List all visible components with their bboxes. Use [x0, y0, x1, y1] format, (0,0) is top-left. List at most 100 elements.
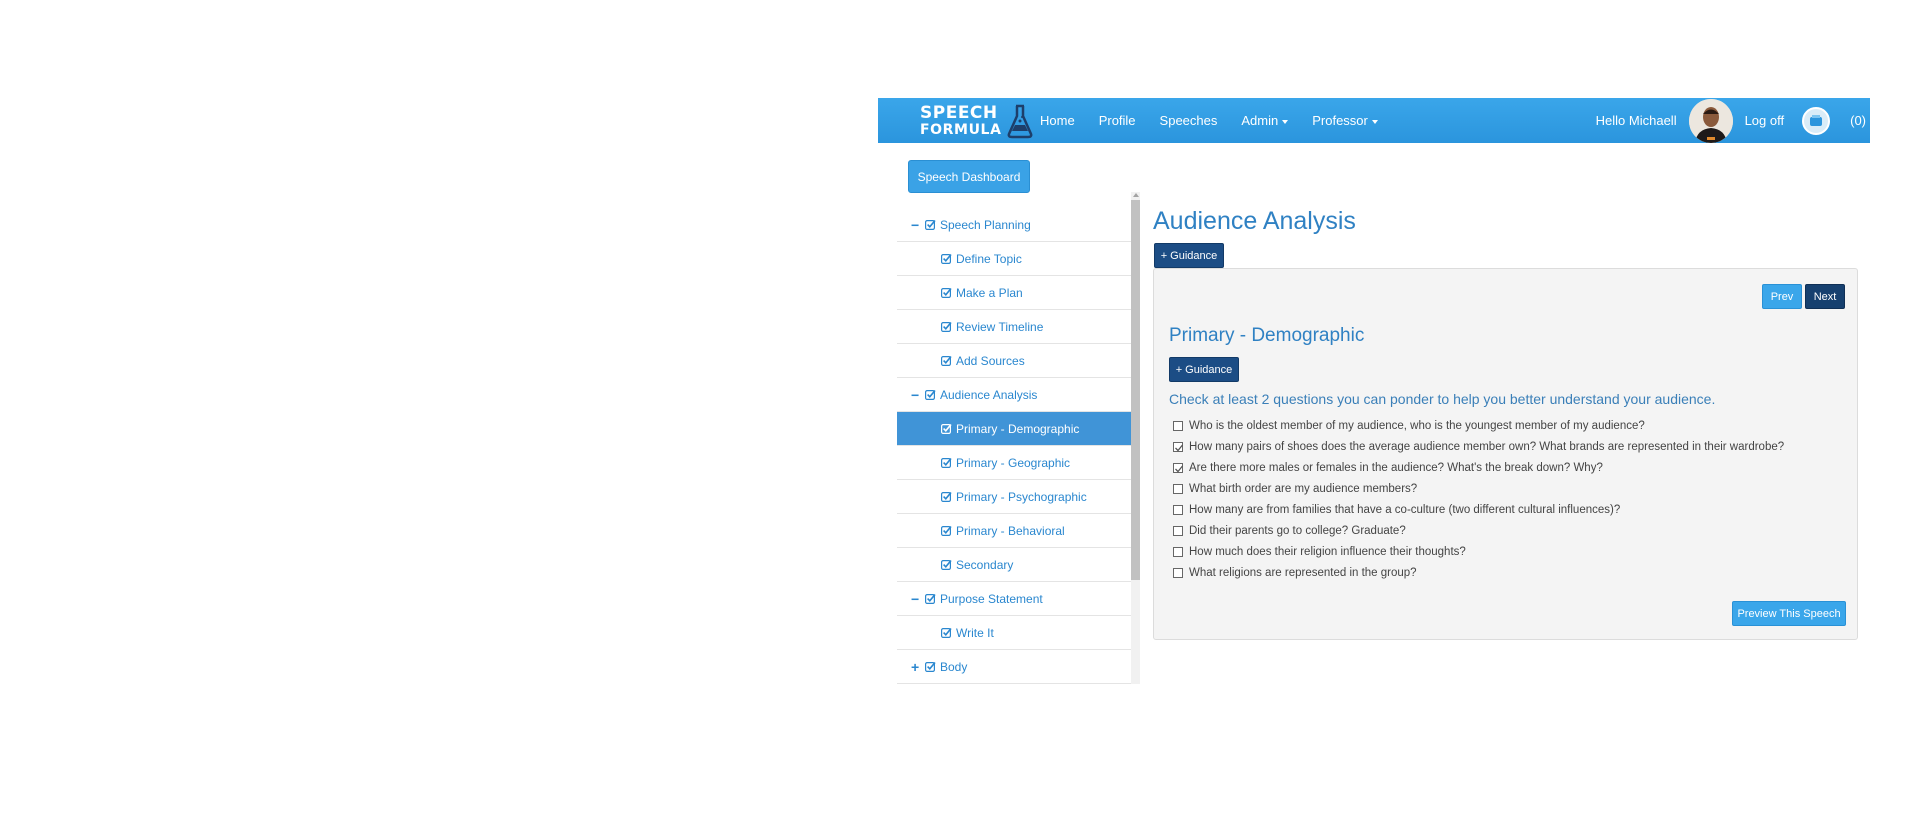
question-text: How many pairs of shoes does the average…: [1189, 440, 1785, 453]
question-item[interactable]: Are there more males or females in the a…: [1173, 457, 1784, 478]
sidebar-item-label: Add Sources: [956, 353, 1025, 368]
sidebar-item-label: Make a Plan: [956, 285, 1023, 300]
nav-admin-label: Admin: [1241, 113, 1279, 128]
check-square-icon: [941, 491, 952, 502]
nav-professor-dropdown[interactable]: Professor: [1312, 113, 1378, 128]
instruction-text: Check at least 2 questions you can ponde…: [1169, 391, 1716, 407]
question-checkbox[interactable]: [1173, 441, 1184, 452]
scrollbar-thumb[interactable]: [1131, 200, 1140, 580]
check-square-icon: [941, 627, 952, 638]
check-square-icon: [925, 219, 936, 230]
check-square-icon: [941, 321, 952, 332]
sidebar-item-label: Body: [940, 659, 968, 674]
sidebar-item[interactable]: Write It: [897, 616, 1131, 650]
check-square-icon: [941, 253, 952, 264]
collapse-icon[interactable]: −: [911, 217, 923, 233]
check-square-icon: [941, 423, 952, 434]
question-text: What birth order are my audience members…: [1189, 482, 1418, 495]
check-square-icon: [925, 389, 936, 400]
question-text: How much does their religion influence t…: [1189, 545, 1466, 558]
sidebar-item[interactable]: − Speech Planning: [897, 208, 1131, 242]
question-item[interactable]: How many pairs of shoes does the average…: [1173, 436, 1784, 457]
sidebar-item-label: Primary - Demographic: [956, 421, 1080, 436]
sidebar-item[interactable]: Review Timeline: [897, 310, 1131, 344]
logo-text: SPEECH FORMULA: [920, 105, 1002, 139]
collapse-icon[interactable]: −: [911, 387, 923, 403]
user-greeting[interactable]: Hello Michaell: [1596, 113, 1677, 128]
question-checkbox[interactable]: [1173, 420, 1183, 431]
nav-home[interactable]: Home: [1040, 113, 1075, 128]
nav-user-area: Hello Michaell Log off (0): [1596, 98, 1866, 143]
section-title: Primary - Demographic: [1169, 325, 1365, 346]
question-checkbox[interactable]: [1173, 546, 1183, 557]
caret-down-icon: [1282, 119, 1289, 124]
question-item[interactable]: How much does their religion influence t…: [1173, 541, 1784, 562]
question-text: What religions are represented in the gr…: [1189, 566, 1417, 579]
question-item[interactable]: How many are from families that have a c…: [1173, 499, 1784, 520]
question-item[interactable]: Who is the oldest member of my audience,…: [1173, 415, 1784, 436]
sidebar-item[interactable]: Primary - Psychographic: [897, 480, 1131, 514]
sidebar-item[interactable]: Primary - Behavioral: [897, 514, 1131, 548]
check-square-icon: [941, 559, 952, 570]
question-checkbox[interactable]: [1173, 567, 1183, 578]
sidebar-item[interactable]: − Audience Analysis: [897, 378, 1131, 412]
sidebar-item[interactable]: Secondary: [897, 548, 1131, 582]
top-navbar: SPEECH FORMULA Home Profile Speeches Adm…: [878, 98, 1870, 143]
sidebar-item[interactable]: Define Topic: [897, 242, 1131, 276]
scroll-up-arrow-icon[interactable]: [1133, 193, 1139, 197]
question-item[interactable]: What birth order are my audience members…: [1173, 478, 1784, 499]
question-checkbox[interactable]: [1173, 462, 1184, 473]
app-window: SPEECH FORMULA Home Profile Speeches Adm…: [878, 98, 1870, 686]
logo-line-2: FORMULA: [920, 122, 1002, 138]
guidance-toggle-button[interactable]: + Guidance: [1154, 243, 1224, 268]
nav-profile[interactable]: Profile: [1099, 113, 1136, 128]
question-checkbox[interactable]: [1173, 504, 1183, 515]
question-checkbox[interactable]: [1173, 525, 1183, 536]
cart-count: (0): [1850, 113, 1866, 128]
next-button[interactable]: Next: [1805, 284, 1845, 309]
sidebar-item-label: Review Timeline: [956, 319, 1044, 334]
speech-outline-sidebar: − Speech Planning Define Topic Make a Plan R…: [897, 208, 1131, 698]
sidebar-item[interactable]: + Body: [897, 650, 1131, 684]
question-item[interactable]: Did their parents go to college? Graduat…: [1173, 520, 1784, 541]
sidebar-scrollbar[interactable]: [1131, 192, 1140, 684]
logoff-link[interactable]: Log off: [1745, 113, 1785, 128]
sidebar-item-label: Primary - Geographic: [956, 455, 1071, 470]
logo-line-1: SPEECH: [920, 103, 998, 123]
sidebar-item-label: Write It: [956, 625, 994, 640]
sidebar-item-label: Primary - Behavioral: [956, 523, 1065, 538]
check-square-icon: [925, 593, 936, 604]
expand-icon[interactable]: +: [911, 659, 923, 675]
sidebar-item-label: Secondary: [956, 557, 1014, 572]
sidebar-item[interactable]: Make a Plan: [897, 276, 1131, 310]
question-text: Are there more males or females in the a…: [1189, 461, 1603, 474]
check-square-icon: [941, 287, 952, 298]
sidebar-item[interactable]: Primary - Geographic: [897, 446, 1131, 480]
nav-professor-label: Professor: [1312, 113, 1368, 128]
question-text: Did their parents go to college? Graduat…: [1189, 524, 1406, 537]
sidebar-item[interactable]: Add Sources: [897, 344, 1131, 378]
speech-dashboard-button[interactable]: Speech Dashboard: [908, 160, 1030, 193]
flask-icon: [1006, 103, 1034, 142]
question-item[interactable]: What religions are represented in the gr…: [1173, 562, 1784, 583]
nav-links: Home Profile Speeches Admin Professor: [1040, 98, 1402, 143]
section-guidance-button[interactable]: + Guidance: [1169, 357, 1239, 382]
sidebar-item-label: Audience Analysis: [940, 387, 1038, 402]
sidebar-item-label: Purpose Statement: [940, 591, 1043, 606]
sidebar-item-label: Speech Planning: [940, 217, 1031, 232]
preview-speech-button[interactable]: Preview This Speech: [1732, 601, 1846, 626]
collapse-icon[interactable]: −: [911, 591, 923, 607]
question-checkbox[interactable]: [1173, 483, 1183, 494]
sidebar-item-label: Primary - Psychographic: [956, 489, 1087, 504]
nav-speeches[interactable]: Speeches: [1160, 113, 1218, 128]
check-square-icon: [941, 355, 952, 366]
page-title: Audience Analysis: [1153, 207, 1356, 235]
prev-button[interactable]: Prev: [1762, 284, 1802, 309]
cart-icon[interactable]: [1802, 106, 1831, 135]
sidebar-item[interactable]: Primary - Demographic: [897, 412, 1131, 446]
avatar[interactable]: [1688, 98, 1733, 143]
nav-admin-dropdown[interactable]: Admin: [1241, 113, 1289, 128]
speech-formula-logo[interactable]: SPEECH FORMULA: [920, 104, 1034, 140]
check-square-icon: [925, 661, 936, 672]
sidebar-item[interactable]: − Purpose Statement: [897, 582, 1131, 616]
